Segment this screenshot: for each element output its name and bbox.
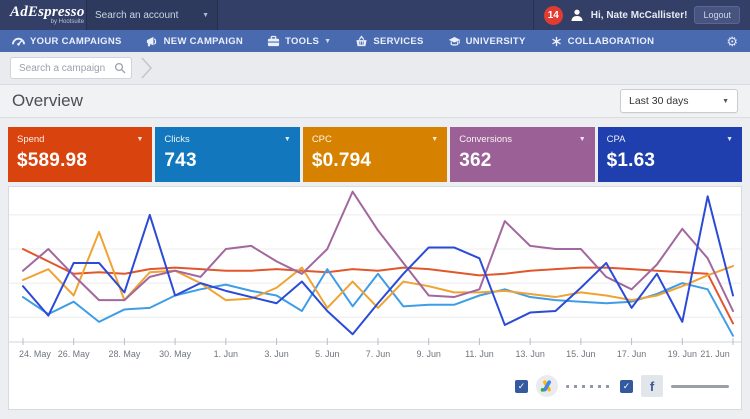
chevron-down-icon[interactable]: ▼ [431, 136, 438, 143]
user-icon [571, 9, 583, 21]
metric-card-clicks[interactable]: Clicks ▼ 743 [155, 127, 300, 182]
x-axis-label: 5. Jun [315, 349, 339, 359]
main-content: Spend ▼ $589.98 Clicks ▼ 743 CPC ▼ $0.794 C… [0, 118, 750, 410]
nav-item-tools[interactable]: TOOLS ▼ [267, 35, 331, 48]
dotted-line-sample [566, 384, 612, 388]
metric-label: CPC [311, 134, 332, 145]
x-axis-label: 3. Jun [264, 349, 288, 359]
page-title: Overview [12, 91, 83, 110]
x-axis-label: 30. May [159, 349, 191, 359]
metric-card-spend[interactable]: Spend ▼ $589.98 [8, 127, 153, 182]
nav-item-university[interactable]: UNIVERSITY [448, 35, 526, 48]
chevron-down-icon[interactable]: ▼ [284, 136, 291, 143]
nav-label: YOUR CAMPAIGNS [30, 35, 122, 47]
metric-card-conversions[interactable]: Conversions ▼ 362 [450, 127, 595, 182]
gauge-icon [12, 37, 25, 46]
x-axis-label: 9. Jun [417, 349, 441, 359]
metric-label: Clicks [164, 134, 190, 145]
chevron-down-icon[interactable]: ▼ [136, 136, 143, 143]
metric-label: Conversions [459, 134, 513, 145]
nav-label: TOOLS [285, 35, 320, 47]
metric-value: 362 [459, 150, 492, 171]
brand-logo[interactable]: AdEspresso by Hootsuite [0, 0, 86, 30]
x-axis-label: 24. May [19, 349, 51, 359]
chart-legend: ✓ ✓ f [9, 369, 741, 403]
facebook-checkbox[interactable]: ✓ [620, 379, 633, 393]
x-axis-label: 13. Jun [515, 349, 544, 359]
notification-badge[interactable]: 14 [543, 5, 563, 25]
google-ads-icon[interactable] [536, 375, 558, 397]
account-search-label: Search an account [95, 9, 179, 21]
x-axis-label: 21. Jun [700, 349, 729, 359]
metric-label: CPA [606, 134, 626, 145]
logout-button[interactable]: Logout [694, 6, 740, 24]
nav-label: NEW CAMPAIGN [163, 35, 244, 47]
chart-panel: 24. May 26. May 28. May 30. May 1. Jun 3. Jun… [8, 186, 742, 410]
search-icon [114, 62, 126, 74]
chevron-down-icon[interactable]: ▼ [726, 136, 733, 143]
google-ads-checkbox[interactable]: ✓ [515, 379, 528, 393]
chevron-down-icon: ▼ [324, 37, 332, 45]
metric-value: 743 [164, 150, 197, 171]
campaign-search-row [0, 52, 750, 85]
main-nav: YOUR CAMPAIGNS NEW CAMPAIGN TOOLS ▼ SERV… [0, 30, 750, 52]
x-axis-label: 1. Jun [214, 349, 238, 359]
brand-name: AdEspresso [10, 4, 85, 20]
overview-header: Overview Last 30 days ▼ [0, 85, 750, 118]
x-axis-label: 17. Jun [617, 349, 646, 359]
solid-line-sample [671, 384, 729, 388]
metric-value: $0.794 [311, 150, 372, 171]
metric-value: $589.98 [17, 150, 88, 171]
brand-subtitle: by Hootsuite [50, 19, 84, 25]
metric-value: $1.63 [606, 150, 656, 171]
account-search-dropdown[interactable]: Search an account ▼ [86, 0, 218, 30]
x-axis-label: 15. Jun [566, 349, 595, 359]
nav-label: COLLABORATION [567, 35, 655, 47]
x-axis-label: 28. May [108, 349, 140, 359]
topbar-user-area: 14 Hi, Nate McCallister! Logout [532, 0, 750, 30]
nav-item-collaboration[interactable]: COLLABORATION [550, 35, 655, 48]
grad-cap-icon [448, 36, 460, 46]
nav-label: UNIVERSITY [465, 35, 526, 47]
x-axis-label: 7. Jun [366, 349, 390, 359]
chevron-right-icon[interactable] [140, 56, 153, 80]
overview-line-chart: 24. May 26. May 28. May 30. May 1. Jun 3. Jun… [9, 190, 741, 359]
briefcase-icon [267, 35, 280, 46]
nav-item-new-campaign[interactable]: NEW CAMPAIGN [146, 35, 243, 48]
metric-label: Spend [17, 134, 45, 145]
chevron-down-icon: ▼ [202, 11, 209, 19]
metric-card-cpa[interactable]: CPA ▼ $1.63 [597, 127, 743, 182]
nav-item-your-campaigns[interactable]: YOUR CAMPAIGNS [12, 35, 122, 48]
x-axis-label: 26. May [58, 349, 90, 359]
facebook-icon[interactable]: f [641, 375, 663, 397]
gear-icon[interactable]: ⚙ [726, 35, 738, 48]
campaign-search [10, 57, 132, 79]
top-bar: AdEspresso by Hootsuite Search an accoun… [0, 0, 750, 30]
x-axis-label: 19. Jun [668, 349, 697, 359]
metric-card-cpc[interactable]: CPC ▼ $0.794 [302, 127, 448, 182]
nav-label: SERVICES [373, 35, 424, 47]
date-range-value: Last 30 days [629, 95, 689, 107]
collaboration-icon [551, 36, 561, 46]
date-range-dropdown[interactable]: Last 30 days ▼ [620, 89, 738, 113]
metric-cards-row: Spend ▼ $589.98 Clicks ▼ 743 CPC ▼ $0.794 C… [8, 127, 743, 182]
nav-item-services[interactable]: SERVICES [355, 34, 424, 48]
chevron-down-icon[interactable]: ▼ [579, 136, 586, 143]
x-axis-label: 11. Jun [465, 349, 494, 359]
series-line-cpa [21, 195, 735, 336]
user-greeting: Hi, Nate McCallister! [590, 9, 688, 21]
megaphone-icon [146, 36, 156, 46]
basket-icon [356, 34, 367, 46]
chevron-down-icon: ▼ [722, 97, 729, 105]
